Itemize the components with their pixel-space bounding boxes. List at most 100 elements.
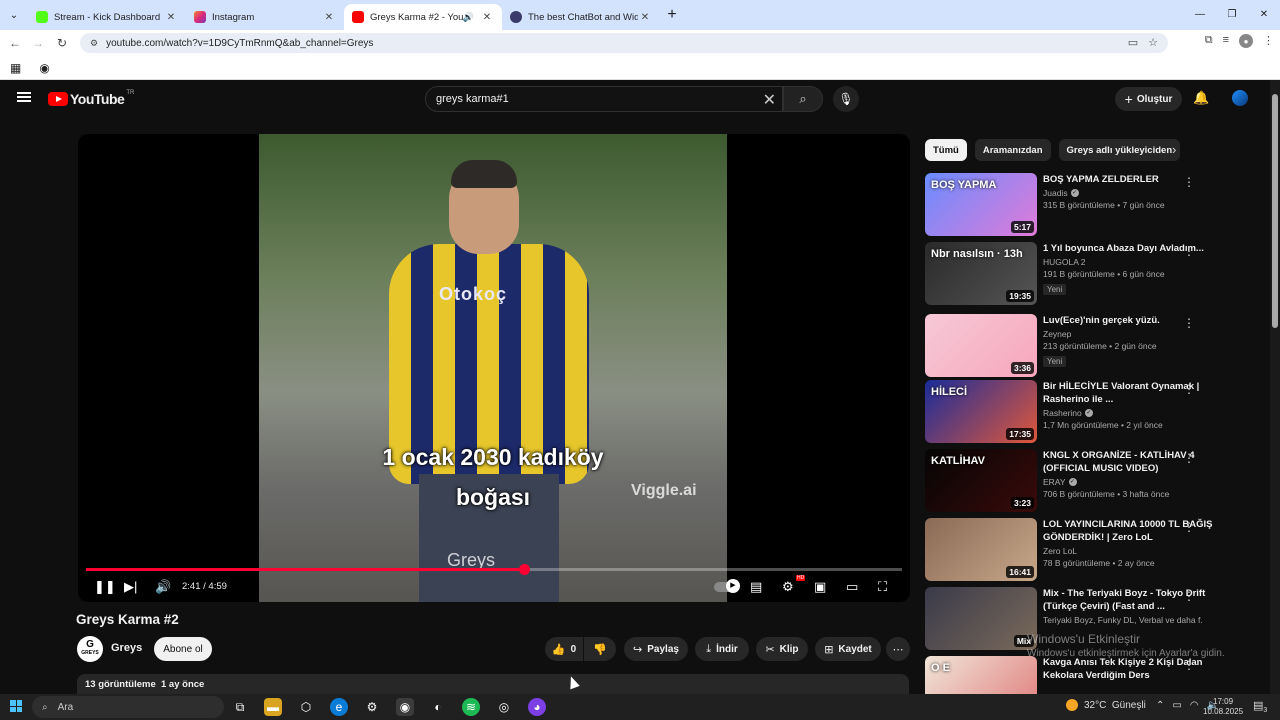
recommendation-thumbnail[interactable]: Mix — [925, 587, 1037, 650]
video-player[interactable]: Otokoç 1 ocak 2030 kadıköy boğası Viggle… — [78, 134, 910, 602]
obs-app-icon[interactable]: ◐ — [429, 698, 447, 716]
settings-hex-icon[interactable]: ⬡ — [297, 698, 315, 716]
edge-browser-icon[interactable]: e — [330, 698, 348, 716]
recommendation-title[interactable]: Mix - The Teriyaki Boyz - Tokyo Drift (T… — [1043, 587, 1239, 613]
channel-name[interactable]: Greys — [111, 642, 142, 654]
back-arrow-icon[interactable]: ← — [3, 36, 27, 50]
recommendation-item[interactable]: Nbr nasılsın · 13h 19:35 1 Yıl boyunca Aba… — [925, 242, 1265, 306]
clip-button[interactable]: ✂ Klip — [756, 637, 808, 661]
cast-icon[interactable]: ▭ — [1128, 36, 1138, 49]
fullscreen-icon[interactable]: ⛶ — [878, 579, 887, 595]
close-tab-icon[interactable]: ✕ — [638, 12, 652, 23]
recommendation-thumbnail[interactable]: KATLİHAV 3:23 — [925, 449, 1037, 512]
url-bar[interactable]: ⚙ youtube.com/watch?v=1D9CyTmRnmQ&ab_cha… — [80, 33, 1168, 53]
recommendation-item[interactable]: KATLİHAV 3:23 KNGL X ORGANİZE - KATLİHAV 4… — [925, 449, 1265, 513]
settings-gear-icon[interactable]: ⚙ — [782, 579, 794, 595]
more-options-icon[interactable]: ⋮ — [1183, 589, 1195, 603]
recommendation-channel[interactable]: Rasherino ✓ — [1043, 408, 1239, 418]
more-options-icon[interactable]: ⋮ — [1183, 520, 1195, 534]
recommendation-title[interactable]: Luv(Ece)'nin gerçek yüzü. — [1043, 314, 1239, 327]
more-options-icon[interactable]: ⋮ — [1183, 658, 1195, 672]
spotify-icon[interactable]: ≋ — [462, 698, 480, 716]
volume-icon[interactable]: 🔊 — [155, 579, 171, 595]
voice-search-button[interactable]: 🎙 — [833, 86, 859, 112]
subtitles-icon[interactable]: ▤ — [750, 579, 762, 595]
tray-chevron-icon[interactable]: ⌃ — [1156, 700, 1164, 711]
recommendation-channel[interactable]: Juadis ✓ — [1043, 188, 1239, 198]
chrome-browser-icon[interactable]: ◉ — [396, 698, 414, 716]
close-tab-icon[interactable]: ✕ — [164, 12, 178, 23]
tab-search-chevron-icon[interactable]: ⌄ — [0, 0, 28, 30]
notifications-bell-icon[interactable]: 🔔 — [1193, 90, 1209, 106]
theater-mode-icon[interactable]: ▭ — [846, 579, 858, 595]
chip-all[interactable]: Tümü — [925, 139, 967, 161]
menu-hamburger-icon[interactable] — [17, 92, 31, 102]
recommendation-item[interactable]: 16:41 LOL YAYINCILARINA 10000 TL BAĞIŞ GÖ… — [925, 518, 1265, 582]
pause-icon[interactable]: ❚❚ — [94, 579, 116, 595]
audio-playing-icon[interactable]: 🔊 — [463, 12, 474, 23]
recommendation-title[interactable]: KNGL X ORGANİZE - KATLİHAV 4 (OFFICIAL M… — [1043, 449, 1239, 475]
close-window-icon[interactable]: ✕ — [1248, 0, 1280, 28]
recommendation-item[interactable]: BOŞ YAPMA 5:17 BOŞ YAPMA ZELDERLER Juadis ✓ 3… — [925, 173, 1265, 237]
extensions-icon[interactable]: ⧉ — [1205, 34, 1213, 48]
recommendation-title[interactable]: LOL YAYINCILARINA 10000 TL BAĞIŞ GÖNDERD… — [1043, 518, 1239, 544]
browser-menu-icon[interactable]: ⋮ — [1263, 34, 1274, 48]
recommendation-item[interactable]: HİLECİ 17:35 Bir HİLECİYLE Valorant Oynama… — [925, 380, 1265, 444]
recommendation-thumbnail[interactable]: 16:41 — [925, 518, 1037, 581]
recommendation-thumbnail[interactable]: BOŞ YAPMA 5:17 — [925, 173, 1037, 236]
restore-icon[interactable]: ❐ — [1216, 0, 1248, 28]
recommendation-title[interactable]: BOŞ YAPMA ZELDERLER — [1043, 173, 1239, 186]
forward-arrow-icon[interactable]: → — [26, 36, 50, 50]
search-input[interactable]: greys karma#1 ✕ — [425, 86, 783, 112]
recommendation-channel[interactable]: ERAY ✓ — [1043, 477, 1239, 487]
recommendation-title[interactable]: 1 Yıl boyunca Abaza Dayı Avladım... — [1043, 242, 1239, 255]
network-icon[interactable]: ▭ — [1172, 700, 1181, 711]
apps-grid-icon[interactable]: ▦ — [10, 61, 21, 75]
site-info-icon[interactable]: ⚙ — [90, 38, 98, 49]
recommendation-item[interactable]: O E Kavga Anısı Tek Kişiye 2 Kişi Dalan K… — [925, 656, 1265, 694]
taskbar-search-box[interactable]: ⌕ Ara — [32, 696, 224, 718]
recommendation-channel[interactable]: Zero LoL — [1043, 546, 1239, 556]
close-tab-icon[interactable]: ✕ — [322, 12, 336, 23]
recommendation-thumbnail[interactable]: O E — [925, 656, 1037, 694]
weather-widget[interactable]: 32°C Güneşli — [1066, 699, 1146, 711]
tab-instagram[interactable]: Instagram ✕ — [186, 4, 344, 30]
scrollbar-thumb[interactable] — [1272, 94, 1278, 328]
notification-center-icon[interactable]: ▤3 — [1253, 699, 1267, 714]
gear-app-icon[interactable]: ⚙ — [363, 698, 381, 716]
dislike-button[interactable]: 👎 — [584, 637, 616, 661]
more-options-icon[interactable]: ⋮ — [1183, 451, 1195, 465]
subscribe-button[interactable]: Abone ol — [154, 637, 212, 661]
download-button[interactable]: ⤓ İndir — [695, 637, 749, 661]
video-frame[interactable]: Otokoç 1 ocak 2030 kadıköy boğası Viggle… — [259, 134, 727, 602]
more-options-icon[interactable]: ⋮ — [1183, 382, 1195, 396]
file-explorer-icon[interactable]: ▬ — [264, 698, 282, 716]
recommendation-channel[interactable]: Zeynep — [1043, 329, 1239, 339]
chip-from-uploader[interactable]: Greys adlı yükleyiciden — [1058, 139, 1181, 161]
tab-chatbot[interactable]: The best ChatBot and Widgets ✕ — [502, 4, 660, 30]
recommendation-channel[interactable]: Teriyaki Boyz, Funky DL, Verbal ve daha … — [1043, 615, 1239, 625]
wifi-icon[interactable]: ◠ — [1190, 700, 1199, 711]
recommendation-thumbnail[interactable]: HİLECİ 17:35 — [925, 380, 1037, 443]
account-avatar[interactable] — [1232, 90, 1248, 106]
tab-kick[interactable]: Stream - Kick Dashboard ✕ — [28, 4, 186, 30]
recommendation-thumbnail[interactable]: Nbr nasılsın · 13h 19:35 — [925, 242, 1037, 305]
new-tab-plus-icon[interactable]: + — [660, 6, 684, 24]
autoplay-toggle[interactable] — [714, 579, 740, 593]
share-button[interactable]: ↪ Paylaş — [624, 637, 688, 661]
recommendation-item[interactable]: 3:36 Luv(Ece)'nin gerçek yüzü. Zeynep 213 g… — [925, 314, 1265, 378]
steam-icon[interactable]: ◎ — [495, 698, 513, 716]
more-options-icon[interactable]: ⋮ — [1183, 175, 1195, 189]
recommendation-title[interactable]: Bir HİLECİYLE Valorant Oynamak | Rasheri… — [1043, 380, 1239, 406]
more-options-icon[interactable]: ⋮ — [1183, 316, 1195, 330]
miniplayer-icon[interactable]: ▣ — [814, 579, 826, 595]
recommendation-channel[interactable]: HUGOLA 2 — [1043, 257, 1239, 267]
progress-bar[interactable] — [86, 564, 902, 575]
chip-from-search[interactable]: Aramanızdan — [974, 139, 1051, 161]
save-button[interactable]: ⊞ Kaydet — [815, 637, 881, 661]
more-actions-button[interactable]: ⋯ — [886, 637, 910, 661]
more-options-icon[interactable]: ⋮ — [1183, 244, 1195, 258]
like-button[interactable]: 👍 0 — [545, 637, 583, 661]
next-icon[interactable]: ▶| — [124, 579, 137, 595]
page-scrollbar[interactable] — [1270, 80, 1280, 694]
